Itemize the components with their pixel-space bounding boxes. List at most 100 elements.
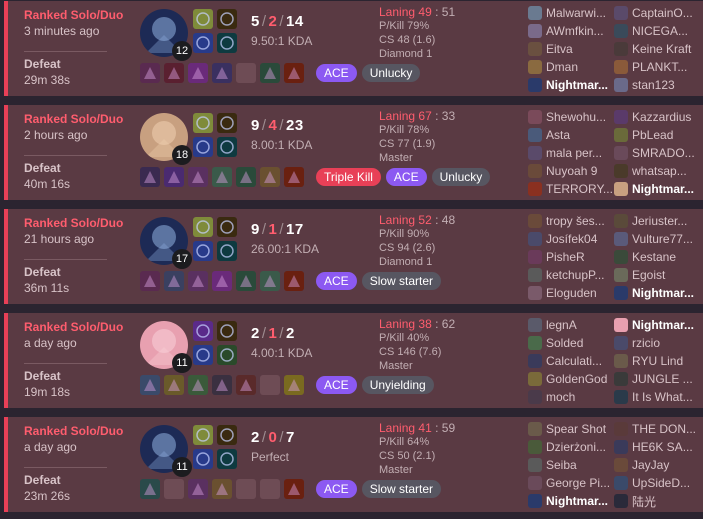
summoner-spell-icon[interactable] bbox=[193, 241, 213, 261]
rune-icon[interactable] bbox=[217, 9, 237, 29]
player-row[interactable]: Egoist bbox=[614, 266, 694, 284]
item-icon[interactable] bbox=[164, 271, 184, 291]
rune-icon[interactable] bbox=[217, 217, 237, 237]
rune-icon[interactable] bbox=[217, 137, 237, 157]
player-name[interactable]: mala per... bbox=[546, 146, 602, 160]
rune-icon[interactable] bbox=[217, 241, 237, 261]
summoner-spell-icon[interactable] bbox=[193, 449, 213, 469]
item-icon[interactable] bbox=[140, 479, 160, 499]
item-icon[interactable] bbox=[140, 167, 160, 187]
summoner-spell-icon[interactable] bbox=[193, 345, 213, 365]
player-name[interactable]: Shewohu... bbox=[546, 110, 606, 124]
player-name[interactable]: Nuyoah 9 bbox=[546, 164, 597, 178]
item-icon[interactable] bbox=[188, 271, 208, 291]
player-name[interactable]: RYU Lind bbox=[632, 354, 683, 368]
player-name[interactable]: legnA bbox=[546, 318, 577, 332]
item-icon[interactable] bbox=[188, 375, 208, 395]
player-name[interactable]: Nightmar... bbox=[546, 494, 608, 508]
player-row[interactable]: GoldenGod bbox=[528, 370, 607, 388]
player-row[interactable]: JUNGLE ... bbox=[614, 370, 694, 388]
player-name[interactable]: Nightmar... bbox=[632, 286, 694, 300]
player-row[interactable]: Asta bbox=[528, 126, 613, 144]
player-name[interactable]: Keine Kraft bbox=[632, 42, 691, 56]
player-row[interactable]: Seiba bbox=[528, 456, 610, 474]
player-name[interactable]: THE DON... bbox=[632, 422, 696, 436]
player-row[interactable]: mala per... bbox=[528, 144, 613, 162]
player-name[interactable]: Kazzardius bbox=[632, 110, 691, 124]
item-icon[interactable] bbox=[212, 271, 232, 291]
summoner-spell-icon[interactable] bbox=[193, 425, 213, 445]
player-row[interactable]: tropy šes... bbox=[528, 212, 605, 230]
player-name[interactable]: whatsap... bbox=[632, 164, 687, 178]
player-row[interactable]: ketchupP... bbox=[528, 266, 605, 284]
player-row[interactable]: It Is What... bbox=[614, 388, 694, 406]
item-icon[interactable] bbox=[284, 479, 304, 499]
player-row[interactable]: Nightmar... bbox=[614, 316, 694, 334]
player-row[interactable]: HE6K SA... bbox=[614, 438, 696, 456]
player-row[interactable]: TERRORY... bbox=[528, 180, 613, 198]
summoner-spell-icon[interactable] bbox=[193, 137, 213, 157]
player-name[interactable]: SMRADO... bbox=[632, 146, 695, 160]
player-name[interactable]: Seiba bbox=[546, 458, 577, 472]
player-name[interactable]: NICEGA... bbox=[632, 24, 688, 38]
player-name[interactable]: AWmfkin... bbox=[546, 24, 604, 38]
player-row[interactable]: Shewohu... bbox=[528, 108, 613, 126]
item-icon[interactable] bbox=[212, 479, 232, 499]
item-icon[interactable] bbox=[164, 167, 184, 187]
player-row[interactable]: CaptainO... bbox=[614, 4, 693, 22]
player-name[interactable]: Nightmar... bbox=[546, 78, 608, 92]
player-name[interactable]: JayJay bbox=[632, 458, 669, 472]
player-name[interactable]: tropy šes... bbox=[546, 214, 605, 228]
item-icon[interactable] bbox=[260, 167, 280, 187]
player-row[interactable]: 陆光 bbox=[614, 492, 696, 510]
player-name[interactable]: PLANKT... bbox=[632, 60, 687, 74]
player-name[interactable]: CaptainO... bbox=[632, 6, 693, 20]
rune-icon[interactable] bbox=[217, 345, 237, 365]
item-icon[interactable] bbox=[188, 479, 208, 499]
player-row[interactable]: SMRADO... bbox=[614, 144, 695, 162]
rune-icon[interactable] bbox=[217, 425, 237, 445]
player-name[interactable]: Solded bbox=[546, 336, 583, 350]
item-icon[interactable] bbox=[140, 375, 160, 395]
match-card[interactable]: Ranked Solo/Duo 21 hours ago Defeat 36m 11s… bbox=[4, 209, 703, 304]
summoner-spell-icon[interactable] bbox=[193, 9, 213, 29]
player-name[interactable]: Egoist bbox=[632, 268, 665, 282]
player-name[interactable]: Vulture77... bbox=[632, 232, 693, 246]
player-row[interactable]: Kazzardius bbox=[614, 108, 695, 126]
player-row[interactable]: moch bbox=[528, 388, 607, 406]
player-row[interactable]: Nightmar... bbox=[614, 284, 694, 302]
player-row[interactable]: Josífek04 bbox=[528, 230, 605, 248]
item-icon[interactable] bbox=[140, 271, 160, 291]
player-name[interactable]: JUNGLE ... bbox=[632, 372, 693, 386]
item-icon[interactable] bbox=[164, 63, 184, 83]
player-name[interactable]: Dman bbox=[546, 60, 578, 74]
player-name[interactable]: Eloguden bbox=[546, 286, 597, 300]
player-name[interactable]: TERRORY... bbox=[546, 182, 613, 196]
item-icon[interactable] bbox=[236, 167, 256, 187]
player-name[interactable]: Dzierżoni... bbox=[546, 440, 606, 454]
player-row[interactable]: Nightmar... bbox=[528, 76, 608, 94]
item-icon[interactable] bbox=[212, 375, 232, 395]
player-name[interactable]: Asta bbox=[546, 128, 570, 142]
player-row[interactable]: PbLead bbox=[614, 126, 695, 144]
player-row[interactable]: Kestane bbox=[614, 248, 694, 266]
player-name[interactable]: Eitva bbox=[546, 42, 573, 56]
item-icon[interactable] bbox=[284, 271, 304, 291]
player-name[interactable]: Calculati... bbox=[546, 354, 602, 368]
player-name[interactable]: GoldenGod bbox=[546, 372, 607, 386]
player-row[interactable]: Eloguden bbox=[528, 284, 605, 302]
player-row[interactable]: legnA bbox=[528, 316, 607, 334]
item-icon[interactable] bbox=[236, 271, 256, 291]
item-icon[interactable] bbox=[212, 167, 232, 187]
player-name[interactable]: Jeriuster... bbox=[632, 214, 687, 228]
player-name[interactable]: Josífek04 bbox=[546, 232, 597, 246]
item-icon[interactable] bbox=[284, 375, 304, 395]
player-name[interactable]: HE6K SA... bbox=[632, 440, 693, 454]
player-name[interactable]: 陆光 bbox=[632, 493, 656, 510]
player-row[interactable]: Keine Kraft bbox=[614, 40, 693, 58]
player-row[interactable]: Nightmar... bbox=[528, 492, 610, 510]
item-icon[interactable] bbox=[164, 375, 184, 395]
rune-icon[interactable] bbox=[217, 113, 237, 133]
player-name[interactable]: PisheR bbox=[546, 250, 585, 264]
item-icon[interactable] bbox=[188, 167, 208, 187]
